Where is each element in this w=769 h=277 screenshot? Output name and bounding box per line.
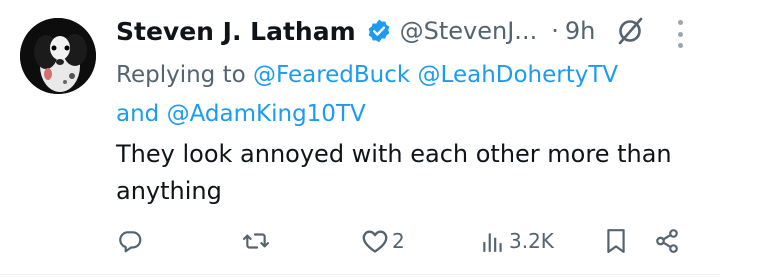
- author-name[interactable]: Steven J. Latham: [116, 17, 356, 46]
- replying-to: Replying to @FearedBuck @LeahDohertyTV a…: [116, 56, 716, 134]
- mention-link[interactable]: @LeahDohertyTV: [418, 62, 619, 88]
- reply-icon: [119, 231, 142, 253]
- mention-conjunction: and: [116, 101, 160, 127]
- reply-button[interactable]: [117, 226, 143, 256]
- avatar[interactable]: [20, 18, 96, 94]
- verified-badge-icon: [366, 18, 392, 44]
- share-icon: [656, 229, 678, 253]
- author-handle[interactable]: @StevenJ...: [400, 17, 538, 45]
- tweet-text: They look annoyed with each other more t…: [116, 140, 672, 205]
- grok-icon[interactable]: [615, 16, 645, 46]
- retweet-button[interactable]: [241, 226, 271, 256]
- replying-to-label: Replying to: [116, 62, 246, 88]
- tweet[interactable]: Steven J. Latham @StevenJ... · 9h Replyi…: [0, 0, 769, 277]
- like-button[interactable]: 2: [361, 226, 405, 256]
- avatar-dog-image: [20, 18, 96, 94]
- views-button[interactable]: 3.2K: [480, 226, 554, 256]
- views-bar-icon: [483, 233, 502, 252]
- heart-icon: [362, 230, 388, 253]
- mention-link[interactable]: @AdamKing10TV: [167, 101, 366, 127]
- share-button[interactable]: [653, 226, 681, 256]
- divider: [0, 274, 720, 275]
- more-options-icon[interactable]: [670, 20, 690, 48]
- like-count: 2: [392, 229, 405, 253]
- timestamp[interactable]: 9h: [565, 17, 595, 45]
- mention-link[interactable]: @FearedBuck: [253, 62, 410, 88]
- separator-dot: ·: [551, 17, 559, 45]
- views-count: 3.2K: [509, 229, 554, 253]
- retweet-icon: [242, 233, 269, 249]
- bookmark-button[interactable]: [604, 226, 628, 256]
- tweet-header: Steven J. Latham @StevenJ... · 9h: [116, 14, 645, 48]
- bookmark-icon: [607, 229, 625, 253]
